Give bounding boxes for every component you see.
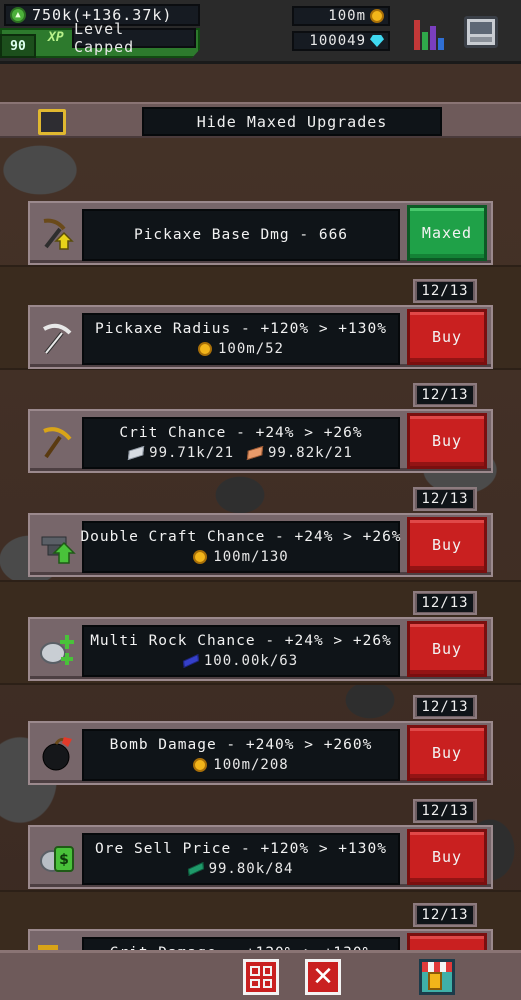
diamond-icon (370, 35, 384, 47)
upgrade-card: Pickaxe Base Dmg - 666 Maxed (28, 201, 493, 265)
hide-maxed-label[interactable]: Hide Maxed Upgrades (142, 107, 442, 136)
upgrade-info: Crit Chance - +24% > +26% 99.71k/21 99.8… (82, 417, 400, 469)
upgrade-level-tag: 12/13 (413, 903, 477, 927)
cost-text: 99.82k/21 (268, 445, 353, 461)
upgrade-costs: 99.71k/21 99.82k/21 (127, 445, 353, 461)
upgrade-costs: 100m/130 (193, 549, 288, 565)
cost-text: 99.80k/84 (208, 861, 294, 877)
gold-coin-icon (197, 342, 212, 356)
upgrade-info: Pickaxe Base Dmg - 666 (82, 209, 400, 261)
upgrade-level-tag: 12/13 (413, 799, 477, 823)
upgrade-level: 12/13 (417, 698, 473, 716)
computer-icon[interactable] (464, 16, 498, 48)
cost-text: 99.71k/21 (149, 445, 234, 461)
upgrade-card: Double Craft Chance - +24% > +26% 100m/1… (28, 513, 493, 577)
buy-button[interactable]: Buy (407, 413, 487, 469)
stats-chart-icon[interactable] (412, 14, 446, 50)
svg-text:$: $ (59, 852, 69, 868)
upgrade-level: 12/13 (417, 386, 473, 404)
buy-button[interactable]: Buy (407, 309, 487, 365)
upgrade-level-tag: 12/13 (413, 591, 477, 615)
buy-button[interactable]: Buy (407, 621, 487, 677)
top-hud: ▲ 750k(+136.37k) 90 XP Level Capped 100m… (0, 0, 521, 64)
upgrade-title: Bomb Damage - +240% > +260% (109, 737, 373, 753)
upgrade-level-tag: 12/13 (413, 279, 477, 303)
upgrade-card: Bomb Damage - +240% > +260% 100m/208 Buy (28, 721, 493, 785)
upgrade-level: 12/13 (417, 282, 473, 300)
upgrade-title: Double Craft Chance - +24% > +26% (80, 529, 402, 545)
upgrade-card: $ Ore Sell Price - +120% > +130% 99.80k/… (28, 825, 493, 889)
maxed-button[interactable]: Maxed (407, 205, 487, 261)
copper-ingot-icon (246, 445, 264, 461)
cost-text: 100.00k/63 (203, 653, 299, 669)
upgrade-card: Pickaxe Radius - +120% > +130% 100m/52 B… (28, 305, 493, 369)
upgrade-level: 12/13 (417, 906, 473, 924)
filter-bar: Hide Maxed Upgrades (0, 102, 521, 138)
upgrade-info: Multi Rock Chance - +24% > +26% 100.00k/… (82, 625, 400, 677)
upgrade-level: 12/13 (417, 594, 473, 612)
upgrade-costs: 99.80k/84 (187, 861, 294, 877)
hide-maxed-checkbox[interactable] (38, 109, 66, 135)
xp-status: Level Capped (72, 20, 196, 56)
cost-text: 100m/52 (217, 341, 284, 357)
gem-count: 100049 (309, 33, 366, 49)
grid-menu-icon[interactable] (243, 959, 279, 995)
rock-plus-icon (40, 635, 74, 665)
upgrade-card: Crit Chance - +24% > +26% 99.71k/21 99.8… (28, 409, 493, 473)
anvil-up-arrow-icon (41, 536, 76, 564)
upgrade-costs: 100m/52 (197, 341, 284, 357)
cost-text: 100m/130 (213, 549, 289, 565)
green-ingot-icon (187, 862, 204, 876)
upgrade-title: Ore Sell Price - +120% > +130% (95, 841, 387, 857)
gold-coin-icon (193, 550, 208, 564)
xp-label: XP (48, 30, 64, 45)
upgrade-title: Pickaxe Radius - +120% > +130% (95, 321, 387, 337)
gem-counter: 100049 (292, 31, 390, 51)
buy-button[interactable]: Buy (407, 517, 487, 573)
upgrade-info: Ore Sell Price - +120% > +130% 99.80k/84 (82, 833, 400, 885)
coin-count: 100m (328, 8, 366, 24)
upgrade-info: Bomb Damage - +240% > +260% 100m/208 (82, 729, 400, 781)
upgrade-costs: 100m/208 (193, 757, 288, 773)
hud-ground (0, 64, 521, 104)
pickaxe-up-arrow-icon (43, 218, 74, 250)
upgrade-level-tag: 12/13 (413, 487, 477, 511)
gold-coin-icon (370, 9, 384, 23)
gold-coin-icon (193, 758, 208, 772)
pickaxe-radius-icon (43, 323, 72, 355)
upgrade-card: Multi Rock Chance - +24% > +26% 100.00k/… (28, 617, 493, 681)
bomb-icon (42, 737, 72, 771)
upgrade-title: Crit Chance - +24% > +26% (119, 425, 363, 441)
golden-pickaxe-icon (43, 427, 72, 459)
blue-ingot-icon (182, 654, 199, 668)
upgrade-info: Double Craft Chance - +24% > +26% 100m/1… (80, 521, 402, 573)
upgrade-costs: 100.00k/63 (182, 653, 299, 669)
shop-icon[interactable] (419, 959, 455, 995)
buy-button[interactable]: Buy (407, 829, 487, 885)
coin-counter: 100m (292, 6, 390, 26)
upgrade-title: Pickaxe Base Dmg - 666 (133, 227, 349, 243)
money-up-icon: ▲ (10, 7, 26, 23)
upgrade-level: 12/13 (417, 802, 473, 820)
buy-button[interactable]: Buy (407, 725, 487, 781)
upgrade-level-tag: 12/13 (413, 383, 477, 407)
ore-dollar-icon: $ (40, 846, 74, 872)
upgrade-level: 12/13 (417, 490, 473, 508)
upgrade-title: Multi Rock Chance - +24% > +26% (90, 633, 392, 649)
bottom-bar: ✕ (0, 950, 521, 1000)
player-level: 90 (0, 34, 36, 58)
silver-ingot-icon (127, 445, 145, 461)
upgrade-level-tag: 12/13 (413, 695, 477, 719)
cost-text: 100m/208 (213, 757, 289, 773)
close-icon[interactable]: ✕ (305, 959, 341, 995)
upgrade-info: Pickaxe Radius - +120% > +130% 100m/52 (82, 313, 400, 365)
